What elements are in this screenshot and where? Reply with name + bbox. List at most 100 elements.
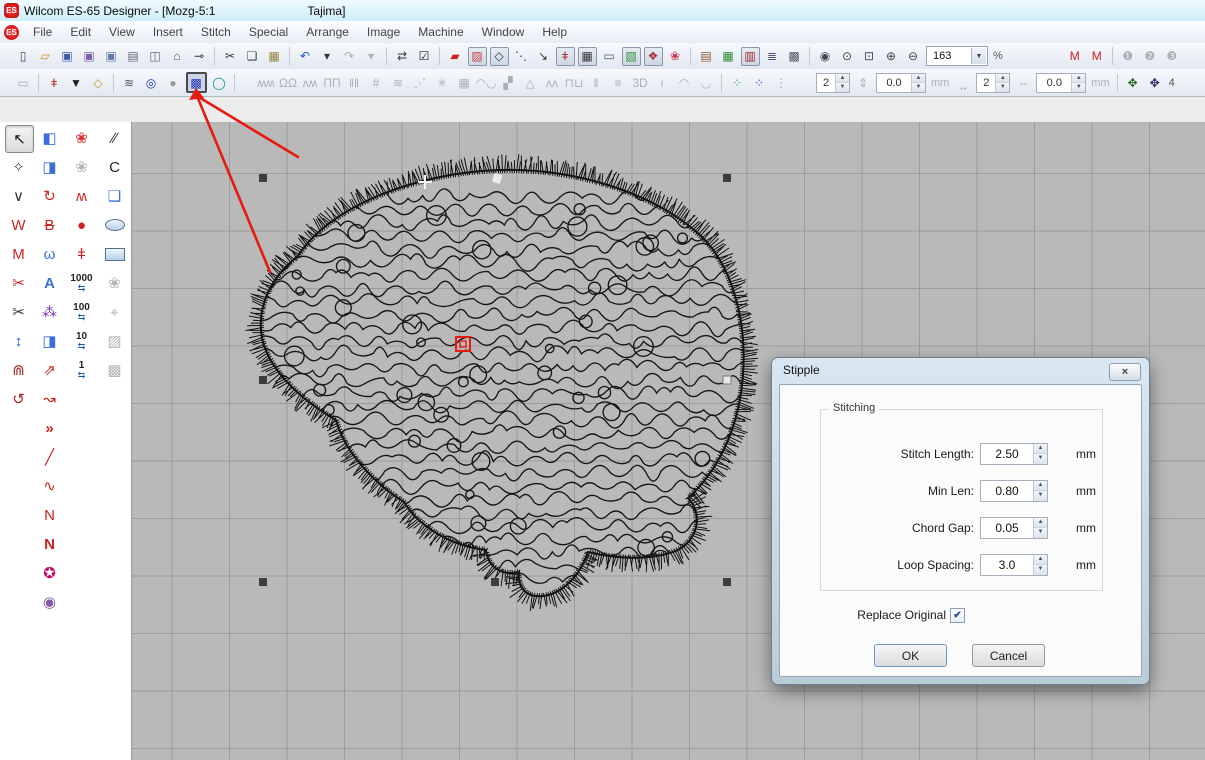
rotate-tool[interactable]: ↻ <box>36 183 63 209</box>
cut-needle-tool[interactable]: ✂ <box>5 299 32 325</box>
menu-help[interactable]: Help <box>533 22 576 42</box>
stitch-contour-fill-icon[interactable]: ≡ <box>609 73 628 92</box>
spacing-1[interactable]: 1⇆ <box>68 357 95 383</box>
selection-handle[interactable] <box>259 578 267 586</box>
spinner-up-icon[interactable]: ▲ <box>1072 74 1085 84</box>
outline-stipple-icon[interactable]: ◎ <box>142 73 161 92</box>
column-dots-icon-icon[interactable]: ⣀ <box>954 73 973 92</box>
reshape-letter-tool[interactable]: ◨ <box>36 328 63 354</box>
stitch-scissors-tool[interactable]: ✂ <box>5 270 32 296</box>
pull-comp-count-spinner[interactable]: 2▲▼ <box>816 73 850 93</box>
texture-gray-2[interactable]: ▩ <box>101 357 128 383</box>
spinner-down-icon[interactable]: ▼ <box>836 83 849 92</box>
arrow-stitch-tool[interactable]: » <box>36 415 63 441</box>
loop-spacing-input[interactable]: 3.0▲▼ <box>980 554 1048 576</box>
show-hoop-icon[interactable]: ▭ <box>600 47 619 66</box>
zoom-level-combo[interactable]: 163▼ <box>926 46 988 66</box>
save-design-icon[interactable]: ▣ <box>58 47 77 66</box>
menu-stitch[interactable]: Stitch <box>192 22 240 42</box>
spinner-up-icon[interactable]: ▲ <box>996 74 1009 84</box>
spinner-up-icon[interactable]: ▲ <box>912 74 925 84</box>
import-machine-file-icon[interactable]: ▣ <box>102 47 121 66</box>
spinner-down-icon[interactable]: ▼ <box>1034 565 1047 575</box>
stipple-fill-icon[interactable]: ▩ <box>186 72 207 93</box>
selection-handle[interactable] <box>259 174 267 182</box>
bean-stitch-tool[interactable]: ● <box>68 212 95 238</box>
rotate-ellipse-tool[interactable]: ↺ <box>5 386 32 412</box>
stitch-patch-icon[interactable]: ▰ <box>446 47 465 66</box>
stitch-edit-tool[interactable]: M <box>5 241 32 267</box>
connect-machine-icon[interactable]: ⊸ <box>190 47 209 66</box>
bitmap-mode-icon[interactable]: ▤ <box>697 47 716 66</box>
menu-insert[interactable]: Insert <box>144 22 192 42</box>
show-appliques-icon[interactable]: ❀ <box>666 47 685 66</box>
replace-original-checkbox[interactable]: ✔ <box>950 608 965 623</box>
move-design-1-icon[interactable]: ✥ <box>1123 73 1142 92</box>
row-spacing-icon-icon[interactable]: ⇕ <box>854 73 873 92</box>
close-icon[interactable]: × <box>1109 363 1141 381</box>
spinner-down-icon[interactable]: ▼ <box>1034 491 1047 501</box>
row-spacing-spinner[interactable]: 0.0▲▼ <box>876 73 926 93</box>
spinner-down-icon[interactable]: ▼ <box>1072 83 1085 92</box>
edit-machine-function-icon[interactable]: M <box>1087 47 1106 66</box>
show-needle-points-icon[interactable]: ⋱ <box>512 47 531 66</box>
thread-colors-icon[interactable]: ▦ <box>719 47 738 66</box>
zoom-out-icon[interactable]: ⊖ <box>904 47 923 66</box>
show-bitmap-icon[interactable]: ▧ <box>622 47 641 66</box>
undo-icon[interactable]: ↶ <box>296 47 315 66</box>
spinner-up-icon[interactable]: ▲ <box>1034 555 1047 566</box>
spinner-down-icon[interactable]: ▼ <box>912 83 925 92</box>
ok-button[interactable]: OK <box>874 644 947 667</box>
n-outline-stitch-tool[interactable]: N <box>36 502 63 528</box>
stitch-chevron-fill-icon[interactable]: ʌʌ <box>543 73 562 92</box>
auto-scroll-icon[interactable]: ⇄ <box>393 47 412 66</box>
stitch-cloud-a-icon[interactable]: ◠ <box>675 73 694 92</box>
wilting-flower[interactable]: ❀ <box>68 154 95 180</box>
show-vectors-icon[interactable]: ❖ <box>644 47 663 66</box>
auto-spacing-icon[interactable]: ⁘ <box>728 73 747 92</box>
menu-machine[interactable]: Machine <box>409 22 472 42</box>
show-stitches-icon[interactable]: ǂ <box>556 47 575 66</box>
radial-stitch-tool[interactable]: ◉ <box>36 589 63 615</box>
undo-dropdown-icon[interactable]: ▾ <box>318 47 337 66</box>
stitch-e-stitch-icon[interactable]: ΠΠ <box>323 73 342 92</box>
menu-file[interactable]: File <box>24 22 61 42</box>
manual-spacing-icon[interactable]: ⁘ <box>750 73 769 92</box>
penetrations-tool-icon[interactable]: ǂ <box>45 73 64 92</box>
hoop-position-1-icon[interactable]: ❶ <box>1118 47 1137 66</box>
spinner-down-icon[interactable]: ▼ <box>1034 454 1047 464</box>
hoop-position-3-icon[interactable]: ❸ <box>1162 47 1181 66</box>
cut-icon[interactable]: ✂ <box>221 47 240 66</box>
fan-stitch-tool[interactable]: ⋒ <box>5 357 32 383</box>
reshape-fill[interactable]: ◨ <box>36 154 63 180</box>
remove-overlaps-tool[interactable]: B <box>36 212 63 238</box>
insert-machine-function-icon[interactable]: M <box>1065 47 1084 66</box>
spinner-down-icon[interactable]: ▼ <box>996 83 1009 92</box>
fill-solid-icon[interactable]: ● <box>164 73 183 92</box>
menu-edit[interactable]: Edit <box>61 22 100 42</box>
chevron-down-icon[interactable]: ▼ <box>971 48 986 64</box>
new-document-icon[interactable]: ▯ <box>14 47 33 66</box>
menu-image[interactable]: Image <box>358 22 409 42</box>
zigzag-stitch-tool[interactable]: ∿ <box>36 473 63 499</box>
measure-gray-tool[interactable]: ⌖ <box>101 299 128 325</box>
arc-tool[interactable]: C <box>101 154 128 180</box>
zoom-in-icon[interactable]: ⊕ <box>882 47 901 66</box>
bead-stitch-tool[interactable]: ↝ <box>36 386 63 412</box>
stitch-tatami-icon[interactable]: # <box>367 73 386 92</box>
column-spacing-spinner[interactable]: 0.0▲▼ <box>1036 73 1086 93</box>
redo-icon[interactable]: ↷ <box>340 47 359 66</box>
zoom-box-icon[interactable]: ⊡ <box>860 47 879 66</box>
hoop-position-2-icon[interactable]: ❷ <box>1140 47 1159 66</box>
more-options-dots-icon[interactable]: ⋮ <box>772 73 791 92</box>
flower-gray-tool[interactable]: ❀ <box>101 270 128 296</box>
node-edit-tool[interactable]: ∨ <box>5 183 32 209</box>
stitch-length-input[interactable]: 2.50▲▼ <box>980 443 1048 465</box>
spacing-1000[interactable]: 1000⇆ <box>68 270 95 296</box>
cancel-button[interactable]: Cancel <box>972 644 1045 667</box>
penetration-tool[interactable]: ǂ <box>68 241 95 267</box>
circle-star-stitch-tool[interactable]: ✪ <box>36 560 63 586</box>
stitch-bracket-fill-icon[interactable]: ⊓⊔ <box>565 73 584 92</box>
show-hatch-icon[interactable]: ▨ <box>468 47 487 66</box>
spinner-up-icon[interactable]: ▲ <box>1034 481 1047 492</box>
